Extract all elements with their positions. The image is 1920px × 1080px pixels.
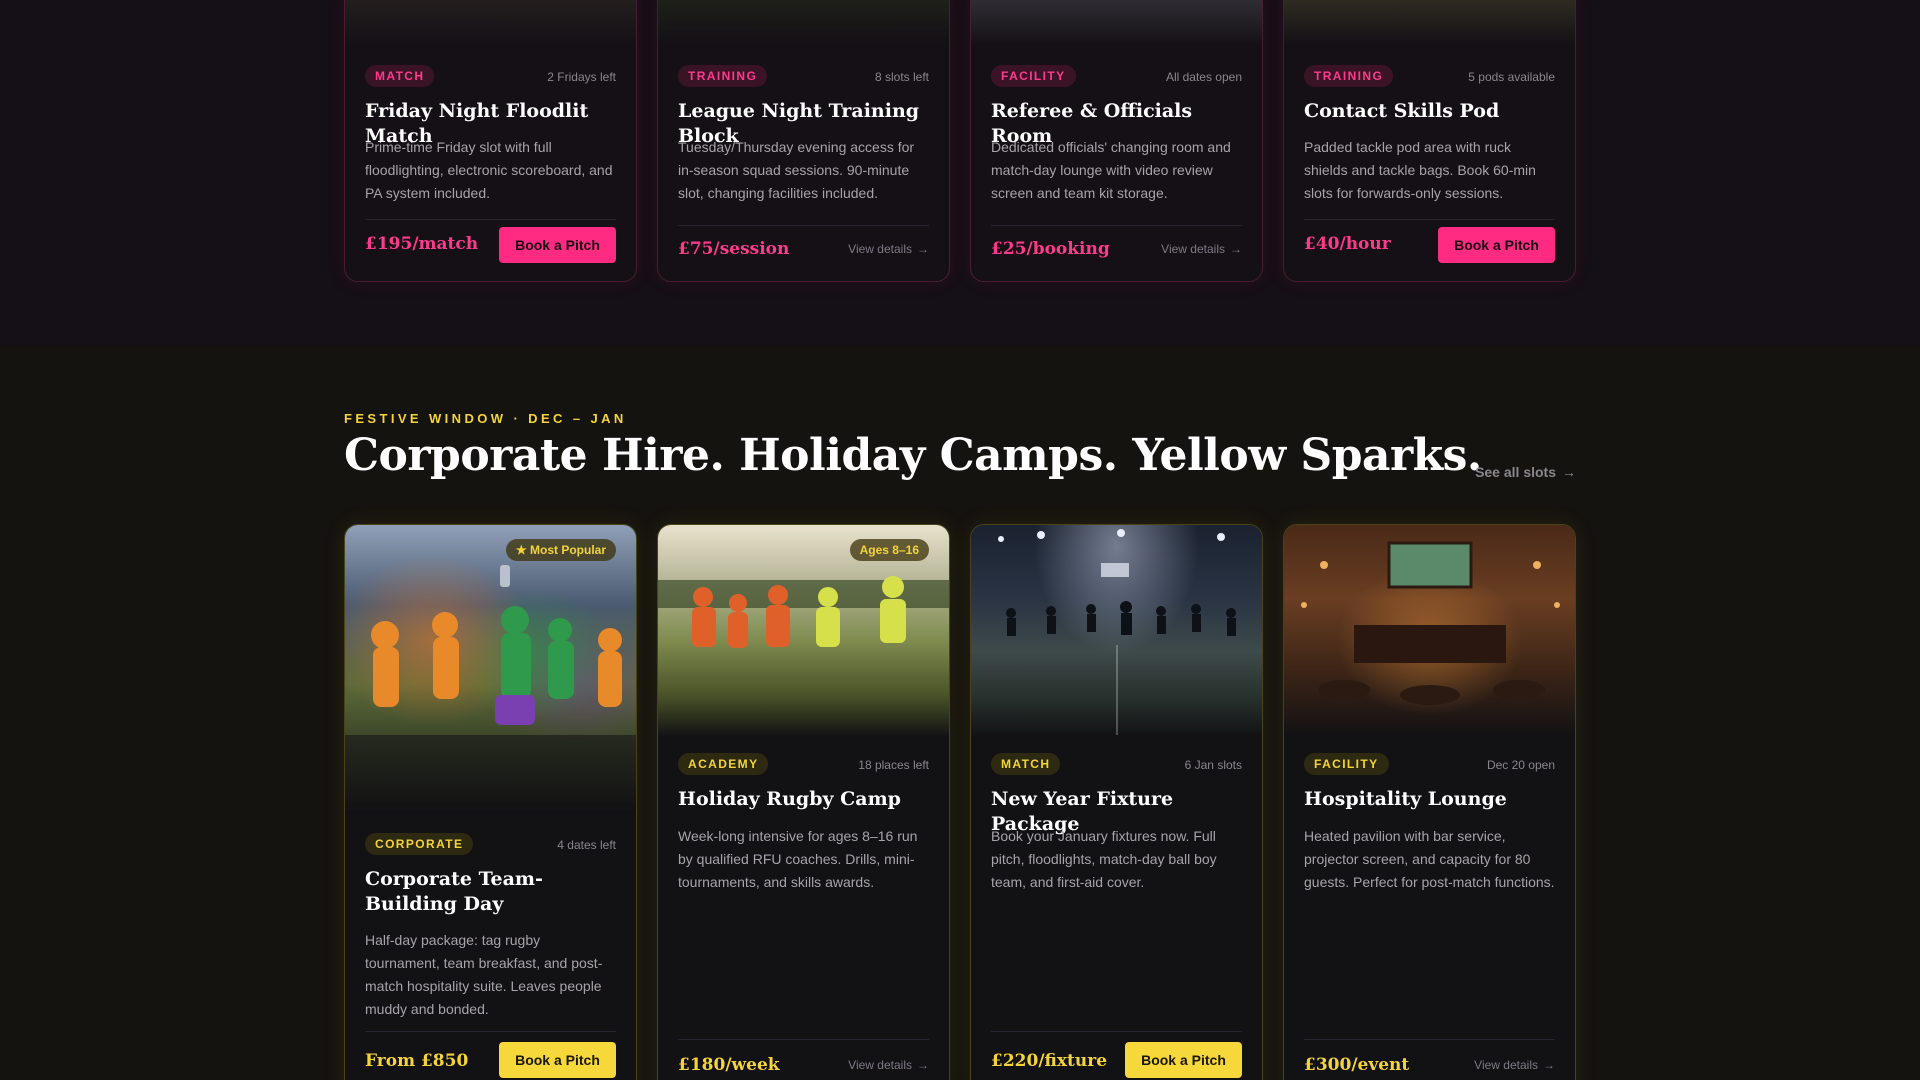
card-divider [678,1039,929,1040]
card-divider [365,1031,616,1032]
availability-text: 6 Jan slots [1184,758,1242,772]
team-celebration-illustration [345,565,636,813]
booking-card: FACILITY All dates open Referee & Offici… [970,0,1263,282]
arrow-right-icon: → [1543,1058,1555,1072]
book-pitch-button[interactable]: Book a Pitch [499,1042,616,1078]
availability-text: 4 dates left [557,838,616,852]
availability-text: 18 places left [858,758,929,772]
view-details-link[interactable]: View details → [848,1058,929,1072]
card-divider [1304,1039,1555,1040]
card-price: £75/session [678,239,790,259]
top-section [0,0,1920,346]
view-details-link[interactable]: View details → [1161,242,1242,256]
card-image [1284,525,1575,737]
card-image [971,0,1262,45]
card-image [1284,0,1575,45]
category-badge: TRAINING [1304,65,1394,87]
card-title: Contact Skills Pod [1304,100,1500,122]
section-eyebrow: FESTIVE WINDOW · DEC – JAN [344,411,627,426]
lounge-interior-illustration [1301,541,1560,705]
book-pitch-button[interactable]: Book a Pitch [499,227,616,263]
stadium-night-illustration [998,529,1236,735]
card-price: £300/event [1304,1055,1410,1075]
card-image [345,0,636,45]
view-details-link[interactable]: View details → [1474,1058,1555,1072]
section-title: Corporate Hire. Holiday Camps. Yellow Sp… [344,430,1482,481]
card-description: Prime-time Friday slot with full floodli… [365,139,613,201]
card-divider [991,1031,1242,1032]
card-title: Hospitality Lounge [1304,788,1507,810]
card-title: Corporate Team-Building Day [365,868,543,915]
category-badge: CORPORATE [365,833,474,855]
book-pitch-button[interactable]: Book a Pitch [1438,227,1555,263]
card-price: £180/week [678,1055,780,1075]
booking-card: MATCH 6 Jan slots New Year Fixture Packa… [970,524,1263,1080]
booking-card: TRAINING 5 pods available Contact Skills… [1283,0,1576,282]
card-divider [678,225,929,226]
most-popular-badge: ★ Most Popular [505,539,616,561]
arrow-right-icon: → [1230,242,1242,256]
category-badge: TRAINING [678,65,768,87]
category-badge: FACILITY [991,65,1076,87]
card-divider [991,225,1242,226]
booking-card: MATCH 2 Fridays left Friday Night Floodl… [344,0,637,282]
availability-text: Dec 20 open [1486,758,1555,772]
booking-card: Ages 8–16 ACADEMY 18 places left Holiday… [657,524,950,1080]
availability-text: 8 slots left [874,70,929,84]
category-badge: MATCH [365,65,435,87]
card-divider [365,219,616,220]
booking-card: TRAINING 8 slots left League Night Train… [657,0,950,282]
card-price: £40/hour [1304,234,1391,254]
availability-text: All dates open [1165,70,1242,84]
card-price: £195/match [365,234,479,254]
availability-text: 2 Fridays left [547,70,616,84]
arrow-right-icon: → [917,242,929,256]
see-all-slots-link[interactable]: See all slots → [1475,464,1576,480]
card-description: Tuesday/Thursday evening access for in-s… [678,139,915,201]
card-description: Half-day package: tag rugby tournament, … [365,932,603,1017]
view-details-link[interactable]: View details → [848,242,929,256]
age-range-badge: Ages 8–16 [849,539,929,561]
card-description: Heated pavilion with bar service, projec… [1304,828,1555,890]
arrow-right-icon: → [1562,464,1576,480]
booking-card: ★ Most Popular CORPORATE 4 dates left Co… [344,524,637,1080]
availability-text: 5 pods available [1468,70,1555,84]
card-price: £25/booking [991,239,1110,259]
card-description: Dedicated officials' changing room and m… [991,139,1231,201]
category-badge: MATCH [991,753,1061,775]
arrow-right-icon: → [917,1058,929,1072]
booking-card: FACILITY Dec 20 open Hospitality Lounge … [1283,524,1576,1080]
card-description: Book your January fixtures now. Full pit… [991,828,1217,890]
card-description: Week-long intensive for ages 8–16 run by… [678,828,918,890]
card-description: Padded tackle pod area with ruck shields… [1304,139,1536,201]
card-price: £220/fixture [991,1051,1108,1071]
card-price: From £850 [365,1051,469,1071]
category-badge: FACILITY [1304,753,1389,775]
category-badge: ACADEMY [678,753,769,775]
card-divider [1304,219,1555,220]
card-image [658,0,949,45]
card-image [345,525,636,813]
card-title: Holiday Rugby Camp [678,788,901,810]
book-pitch-button[interactable]: Book a Pitch [1125,1042,1242,1078]
card-image [971,525,1262,737]
